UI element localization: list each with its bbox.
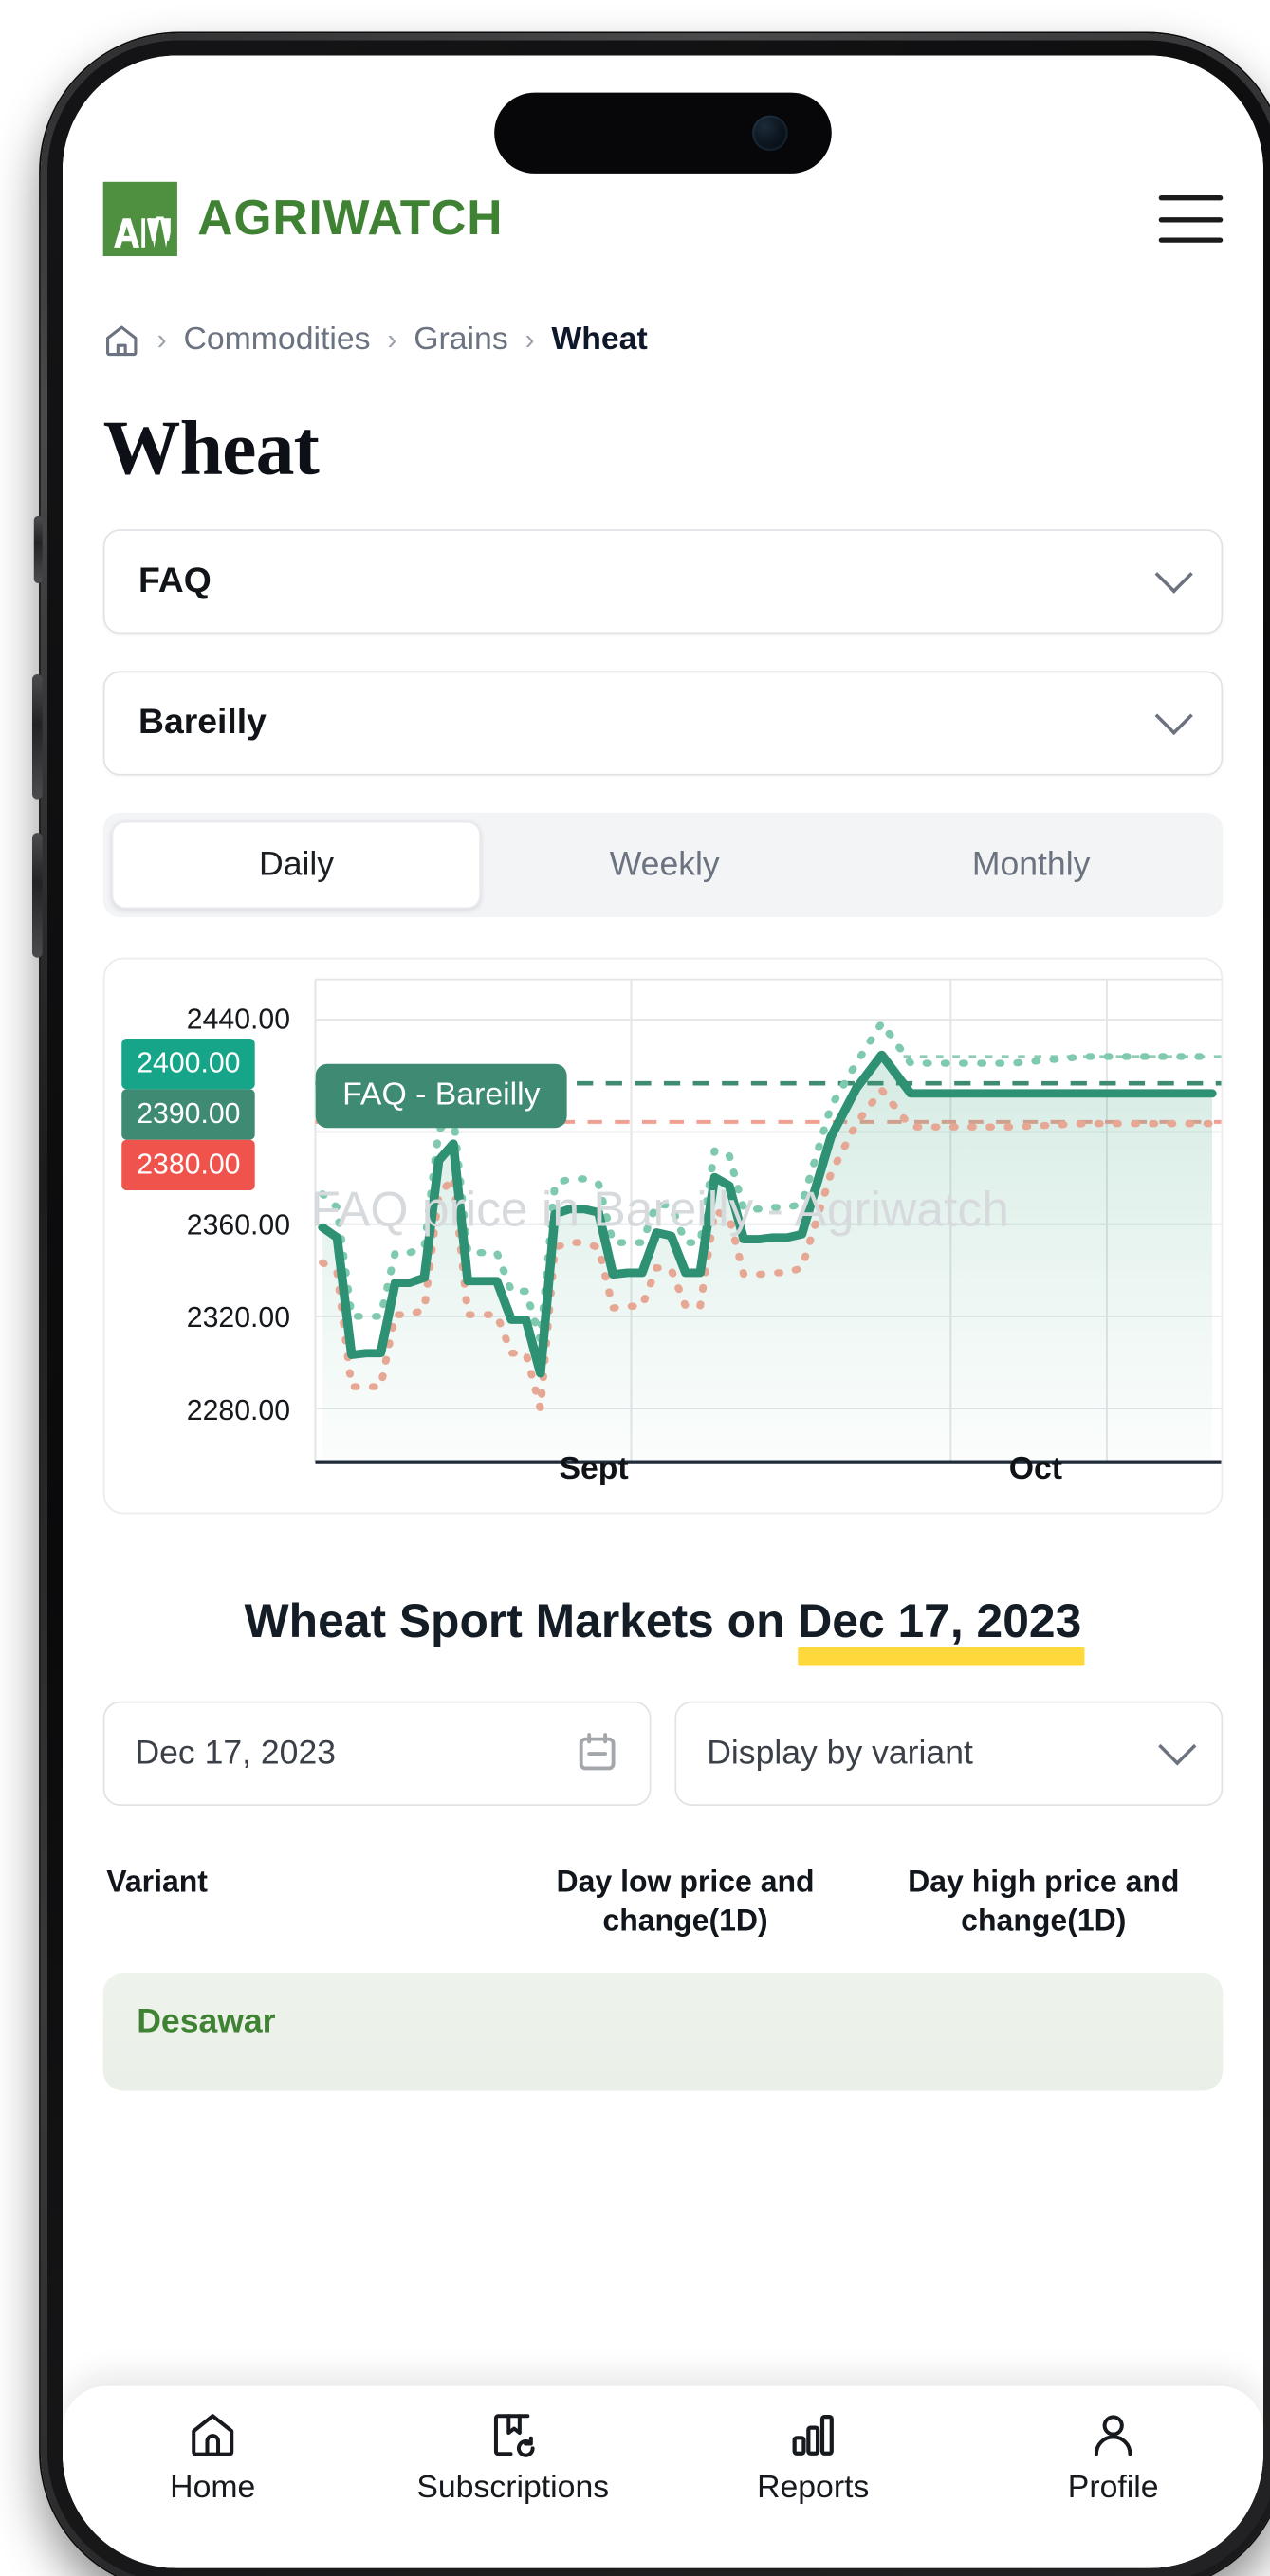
breadcrumb-item-wheat: Wheat	[551, 322, 648, 358]
home-icon[interactable]	[103, 322, 140, 359]
chevron-down-icon	[1154, 696, 1193, 736]
phone-screen: AGRIWATCH › Commodities › Grains › Wheat…	[63, 55, 1263, 2568]
price-chart-card[interactable]: FAQ price in Bareilly - Agriwatch FAQ - …	[102, 957, 1224, 1515]
silent-switch[interactable]	[33, 515, 43, 583]
brand-logo[interactable]: AGRIWATCH	[102, 181, 504, 257]
column-header-variant: Variant	[106, 1865, 208, 1899]
breadcrumb-item-commodities[interactable]: Commodities	[183, 322, 370, 359]
breadcrumb-item-grains[interactable]: Grains	[414, 322, 508, 359]
table-header-row: Variant Day low price and change(1D) Day…	[103, 1863, 1224, 1939]
cell-variant: Desawar	[137, 2003, 276, 2041]
nav-item-profile[interactable]: Profile	[963, 2410, 1262, 2508]
calendar-icon	[576, 1729, 619, 1778]
price-badge-current: 2390.00	[121, 1089, 256, 1140]
display-by-select-value: Display by variant	[707, 1734, 973, 1772]
subscriptions-icon	[488, 2410, 538, 2460]
market-select[interactable]: Bareilly	[102, 671, 1224, 776]
volume-up-button[interactable]	[32, 673, 43, 800]
home-icon	[188, 2410, 238, 2460]
price-badge-high: 2400.00	[121, 1039, 256, 1090]
breadcrumb-separator: ›	[156, 323, 167, 356]
spot-filter-row: Dec 17, 2023 Display by variant	[102, 1701, 1224, 1807]
nav-item-subscriptions[interactable]: Subscriptions	[362, 2410, 662, 2508]
x-tick-sept: Sept	[559, 1451, 629, 1487]
date-picker-value: Dec 17, 2023	[135, 1734, 337, 1772]
volume-down-button[interactable]	[32, 833, 43, 958]
tab-weekly[interactable]: Weekly	[482, 821, 848, 909]
person-icon	[1088, 2410, 1138, 2460]
nav-label-subscriptions: Subscriptions	[416, 2470, 610, 2506]
hamburger-menu-icon[interactable]	[1158, 195, 1224, 243]
breadcrumb-separator: ›	[387, 323, 397, 356]
chart-x-labels: Sept Oct	[104, 1452, 1221, 1500]
front-camera-icon	[752, 115, 788, 151]
variety-select-value: FAQ	[138, 561, 212, 600]
chart-tooltip: FAQ - Bareilly	[315, 1063, 567, 1129]
y-tick-2440: 2440.00	[186, 1003, 291, 1036]
period-tabs: Daily Weekly Monthly	[102, 812, 1224, 918]
nav-label-profile: Profile	[1067, 2470, 1159, 2506]
spot-heading-date: Dec 17, 2023	[798, 1592, 1086, 1666]
nav-item-reports[interactable]: Reports	[663, 2410, 963, 2508]
variety-select[interactable]: FAQ	[102, 529, 1224, 635]
date-picker[interactable]: Dec 17, 2023	[102, 1701, 652, 1807]
agriwatch-mark-icon	[102, 181, 177, 257]
dynamic-island	[494, 92, 832, 174]
nav-label-home: Home	[170, 2470, 256, 2506]
phone-mockup: AGRIWATCH › Commodities › Grains › Wheat…	[17, 13, 1270, 2576]
phone-body: AGRIWATCH › Commodities › Grains › Wheat…	[32, 33, 1270, 2576]
app-scroll-content[interactable]: AGRIWATCH › Commodities › Grains › Wheat…	[63, 55, 1263, 2567]
bar-chart-icon	[788, 2410, 838, 2460]
display-by-select[interactable]: Display by variant	[674, 1701, 1224, 1807]
tab-monthly[interactable]: Monthly	[848, 821, 1214, 909]
brand-name: AGRIWATCH	[197, 191, 504, 246]
chart-watermark: FAQ price in Bareilly - Agriwatch	[310, 1183, 1009, 1238]
app-header: AGRIWATCH	[102, 167, 1224, 262]
y-tick-2360: 2360.00	[186, 1208, 291, 1242]
breadcrumb: › Commodities › Grains › Wheat	[103, 322, 1224, 359]
market-select-value: Bareilly	[138, 703, 267, 743]
price-badge-low: 2380.00	[121, 1139, 256, 1191]
nav-label-reports: Reports	[757, 2470, 870, 2506]
spot-markets-heading: Wheat Sport Markets on Dec 17, 2023	[103, 1592, 1224, 1666]
agriwatch-app: AGRIWATCH › Commodities › Grains › Wheat…	[63, 55, 1263, 2568]
bottom-navigation: Home Subscriptions Reports Profile	[63, 2385, 1263, 2568]
y-tick-2320: 2320.00	[186, 1301, 291, 1334]
column-header-day-high: Day high price and change(1D)	[908, 1865, 1180, 1937]
breadcrumb-separator: ›	[525, 323, 535, 356]
spot-markets-table: Variant Day low price and change(1D) Day…	[102, 1863, 1224, 2091]
price-chart: FAQ price in Bareilly - Agriwatch FAQ - …	[104, 959, 1222, 1512]
chevron-down-icon	[1154, 555, 1193, 594]
screenshot-stage: AGRIWATCH › Commodities › Grains › Wheat…	[0, 0, 1270, 2576]
nav-item-home[interactable]: Home	[63, 2410, 362, 2508]
spot-heading-prefix: Wheat Sport Markets on	[244, 1594, 799, 1647]
table-row[interactable]: Desawar	[102, 1973, 1224, 2091]
page-title: Wheat	[102, 404, 320, 491]
tab-daily[interactable]: Daily	[111, 820, 482, 910]
chevron-down-icon	[1158, 1727, 1197, 1766]
column-header-day-low: Day low price and change(1D)	[556, 1865, 815, 1937]
y-tick-2280: 2280.00	[186, 1394, 291, 1426]
x-tick-oct: Oct	[1008, 1451, 1063, 1487]
